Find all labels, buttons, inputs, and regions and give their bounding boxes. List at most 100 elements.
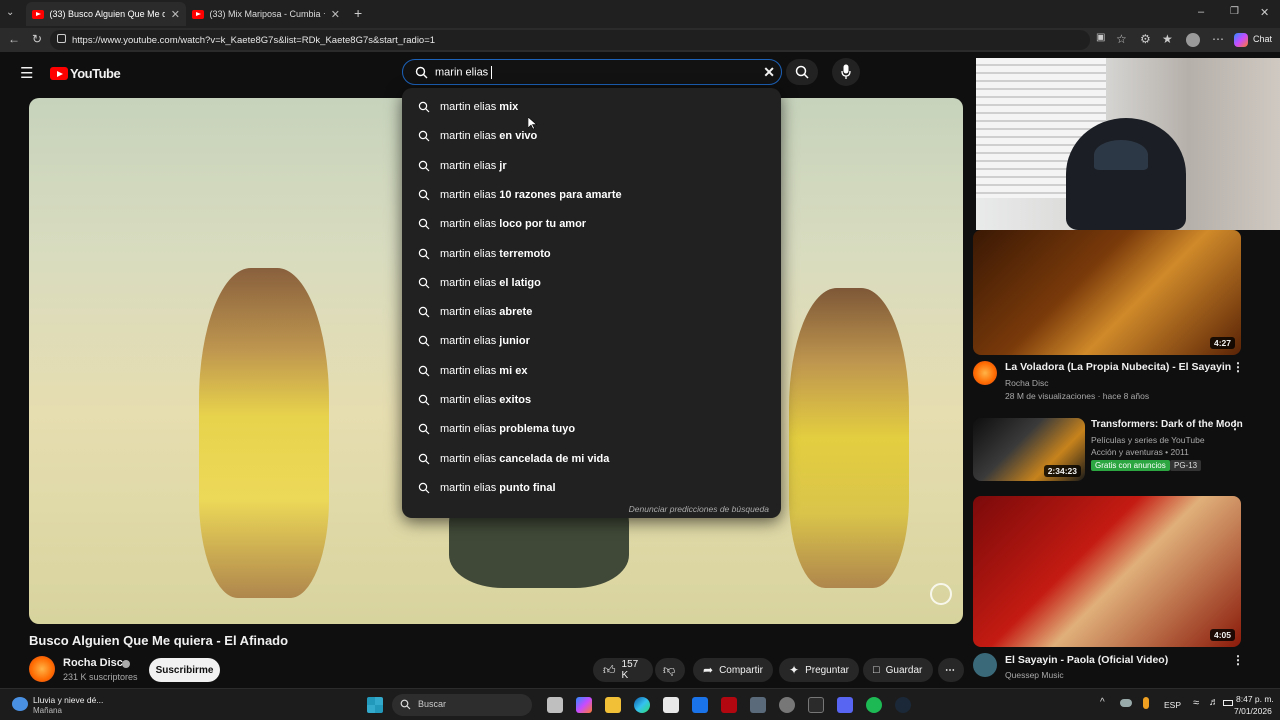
search-suggestion-item[interactable]: martin elias mi ex bbox=[402, 357, 781, 386]
weather-icon[interactable] bbox=[12, 697, 28, 711]
taskbar-search-box[interactable]: Buscar bbox=[392, 694, 532, 716]
steam-icon[interactable] bbox=[895, 697, 911, 713]
file-explorer-icon[interactable] bbox=[605, 697, 621, 713]
suggestion-label: martin elias loco por tu amor bbox=[440, 218, 586, 230]
spotify-icon[interactable] bbox=[866, 697, 882, 713]
task-view-icon[interactable] bbox=[547, 697, 563, 713]
sidebar-channel-name[interactable]: Quessep Music bbox=[1005, 670, 1064, 680]
search-suggestion-item[interactable]: martin elias loco por tu amor bbox=[402, 210, 781, 239]
chat-label[interactable]: Chat bbox=[1253, 34, 1272, 44]
discord-icon[interactable] bbox=[837, 697, 853, 713]
voice-search-button[interactable] bbox=[832, 58, 860, 86]
clear-search-icon[interactable]: ✕ bbox=[763, 64, 775, 81]
sidebar-more-icon[interactable]: ⋮ bbox=[1232, 360, 1244, 374]
sidebar-channel-avatar[interactable] bbox=[973, 361, 997, 385]
volume-icon[interactable]: ♬ bbox=[1209, 697, 1219, 708]
sidebar-video-title[interactable]: Transformers: Dark of the Moon bbox=[1091, 419, 1243, 430]
weather-title[interactable]: Lluvia y nieve dé... bbox=[33, 695, 103, 705]
hamburger-menu-icon[interactable]: ☰ bbox=[20, 64, 33, 82]
search-suggestion-item[interactable]: martin elias punto final bbox=[402, 474, 781, 503]
fl-studio-icon[interactable] bbox=[808, 697, 824, 713]
more-actions-button[interactable]: ⋯ bbox=[938, 658, 964, 682]
report-predictions-link[interactable]: Denunciar predicciones de búsqueda bbox=[629, 504, 769, 514]
profile-avatar[interactable] bbox=[1186, 33, 1200, 47]
sidebar-video-title[interactable]: La Voladora (La Propia Nubecita) - El Sa… bbox=[1005, 361, 1231, 373]
media-app-icon[interactable] bbox=[750, 697, 766, 713]
duration-badge: 4:27 bbox=[1209, 337, 1235, 349]
sidebar-thumbnail[interactable]: 2:34:23 bbox=[973, 418, 1085, 481]
search-suggestion-item[interactable]: martin elias terremoto bbox=[402, 240, 781, 269]
search-suggestion-item[interactable]: martin elias problema tuyo bbox=[402, 415, 781, 444]
subscribe-button[interactable]: Suscribirme bbox=[149, 658, 220, 682]
search-suggestion-item[interactable]: martin elias 10 razones para amarte bbox=[402, 181, 781, 210]
extensions-icon[interactable]: ⚙ bbox=[1140, 32, 1151, 46]
tray-onedrive-icon[interactable] bbox=[1120, 699, 1132, 707]
netflix-icon[interactable] bbox=[721, 697, 737, 713]
video-frame-figure bbox=[789, 288, 909, 588]
sidebar-more-icon[interactable]: ⋮ bbox=[1232, 653, 1244, 667]
sparkle-icon: ✦ bbox=[789, 663, 800, 677]
copilot-icon[interactable] bbox=[576, 697, 592, 713]
close-tab-icon[interactable]: ✕ bbox=[331, 8, 340, 21]
suggestion-typed-text: martin elias bbox=[440, 218, 497, 231]
ask-button[interactable]: ✦ Preguntar bbox=[779, 658, 859, 682]
save-button[interactable]: □ Guardar bbox=[863, 658, 933, 682]
back-icon[interactable]: ← bbox=[8, 32, 20, 46]
search-input[interactable]: marin elias ✕ bbox=[402, 59, 782, 85]
search-icon bbox=[400, 699, 411, 710]
minimize-icon[interactable]: – bbox=[1198, 6, 1204, 18]
favorite-star-icon[interactable]: ☆ bbox=[1116, 32, 1127, 46]
more-menu-icon[interactable]: ⋯ bbox=[1212, 32, 1224, 46]
search-button[interactable] bbox=[786, 59, 818, 85]
search-suggestion-item[interactable]: martin elias el latigo bbox=[402, 269, 781, 298]
restore-icon[interactable]: ❐ bbox=[1230, 6, 1239, 17]
sidebar-thumbnail[interactable]: 4:27 bbox=[973, 230, 1241, 355]
outlook-icon[interactable] bbox=[692, 697, 708, 713]
dislike-button[interactable]: 👎︎ bbox=[655, 658, 685, 682]
tab-actions-menu-icon[interactable]: ⌄ bbox=[6, 7, 14, 18]
tray-chevron-icon[interactable]: ^ bbox=[1100, 697, 1105, 708]
sidebar-video-title[interactable]: El Sayayin - Paola (Oficial Video) bbox=[1005, 654, 1168, 666]
search-suggestion-item[interactable]: martin elias mix bbox=[402, 93, 781, 122]
tab-busco-alguien[interactable]: (33) Busco Alguien Que Me quiera ✕ bbox=[26, 2, 186, 26]
sidebar-thumbnail[interactable]: 4:05 bbox=[973, 496, 1241, 647]
sidebar-channel-name[interactable]: Películas y series de YouTube bbox=[1091, 435, 1205, 445]
store-icon[interactable] bbox=[663, 697, 679, 713]
battery-icon[interactable] bbox=[1223, 700, 1233, 706]
sidebar-channel-name[interactable]: Rocha Disc bbox=[1005, 378, 1048, 388]
tab-mix-mariposa[interactable]: (33) Mix Mariposa - Cumbia ★ DJ ✕ bbox=[186, 2, 346, 26]
reload-icon[interactable]: ↻ bbox=[32, 32, 42, 46]
search-suggestion-item[interactable]: martin elias en vivo bbox=[402, 122, 781, 151]
search-suggestion-item[interactable]: martin elias exitos bbox=[402, 386, 781, 415]
suggestion-completion-text: loco por tu amor bbox=[496, 218, 587, 231]
like-button[interactable]: 👍︎ 157 K bbox=[593, 658, 653, 682]
youtube-logo[interactable]: YouTube bbox=[50, 66, 121, 81]
site-info-icon[interactable] bbox=[57, 34, 66, 43]
language-indicator[interactable]: ESP bbox=[1164, 700, 1181, 710]
channel-avatar[interactable] bbox=[29, 656, 55, 682]
search-suggestion-item[interactable]: martin elias junior bbox=[402, 327, 781, 356]
search-suggestion-item[interactable]: martin elias abrete bbox=[402, 298, 781, 327]
edge-icon[interactable] bbox=[634, 697, 650, 713]
new-tab-icon[interactable]: + bbox=[354, 5, 362, 21]
channel-name[interactable]: Rocha Disc bbox=[63, 657, 123, 669]
read-aloud-icon[interactable]: ▣ bbox=[1096, 32, 1105, 43]
close-window-icon[interactable]: ✕ bbox=[1260, 6, 1269, 19]
suggestion-completion-text: el latigo bbox=[496, 276, 541, 289]
close-tab-icon[interactable]: ✕ bbox=[171, 8, 180, 21]
wifi-icon[interactable]: ≈ bbox=[1193, 697, 1199, 709]
sidebar-channel-avatar[interactable] bbox=[973, 653, 997, 677]
settings-icon[interactable] bbox=[779, 697, 795, 713]
address-bar[interactable]: https://www.youtube.com/watch?v=k_Kaete8… bbox=[50, 30, 1090, 50]
clock-time[interactable]: 8:47 p. m. bbox=[1236, 694, 1274, 704]
sidebar-more-icon[interactable]: ⋮ bbox=[1229, 418, 1241, 432]
clock-date[interactable]: 7/01/2026 bbox=[1234, 706, 1272, 716]
share-button[interactable]: ➦ Compartir bbox=[693, 658, 773, 682]
search-suggestion-item[interactable]: martin elias cancelada de mi vida bbox=[402, 445, 781, 474]
search-suggestion-item[interactable]: martin elias jr bbox=[402, 152, 781, 181]
copilot-chat-icon[interactable] bbox=[1234, 33, 1248, 47]
start-windows-icon[interactable] bbox=[367, 697, 383, 713]
text-caret bbox=[491, 65, 493, 79]
favorites-icon[interactable]: ★ bbox=[1162, 32, 1173, 46]
tray-mic-icon[interactable] bbox=[1143, 697, 1149, 709]
